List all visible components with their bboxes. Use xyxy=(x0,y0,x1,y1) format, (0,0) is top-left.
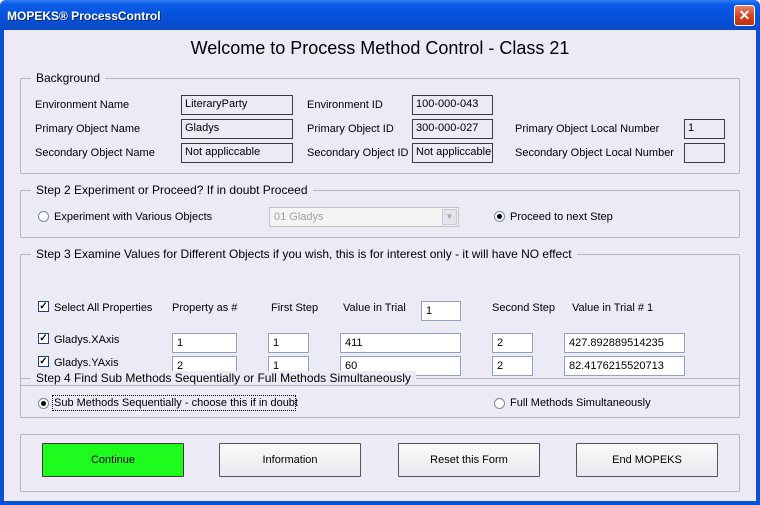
step4-group: Step 4 Find Sub Methods Sequentially or … xyxy=(20,371,740,418)
window-title: MOPEKS® ProcessControl xyxy=(7,9,161,23)
column-value-in-trial-1: Value in Trial # 1 xyxy=(572,302,654,314)
row-checkbox-xaxis[interactable]: ✓ xyxy=(38,333,49,344)
sub-methods-label: Sub Methods Sequentially - choose this i… xyxy=(54,397,298,409)
secondary-object-name-value: Not appliccable xyxy=(181,143,293,163)
page-title: Welcome to Process Method Control - Clas… xyxy=(190,38,570,58)
second-step-input-xaxis[interactable]: 2 xyxy=(492,333,533,353)
continue-button[interactable]: Continue xyxy=(42,443,184,477)
value-trial-input-xaxis[interactable]: 411 xyxy=(340,333,461,353)
full-methods-radio[interactable] xyxy=(494,398,505,409)
secondary-object-local-number-label: Secondary Object Local Number xyxy=(515,147,674,159)
row-name-xaxis: Gladys.XAxis xyxy=(54,334,120,346)
environment-name-value: LiteraryParty xyxy=(181,95,293,115)
column-first-step: First Step xyxy=(271,302,319,314)
step2-group: Step 2 Experiment or Proceed? If in doub… xyxy=(20,183,740,238)
environment-id-label: Environment ID xyxy=(307,99,383,111)
select-all-checkbox[interactable]: ✓ xyxy=(38,301,49,312)
primary-object-name-label: Primary Object Name xyxy=(35,123,141,135)
primary-object-local-number-value: 1 xyxy=(684,119,725,139)
column-property: Property as # xyxy=(172,302,238,314)
form-client-area: Welcome to Process Method Control - Clas… xyxy=(4,30,756,501)
step4-group-title: Step 4 Find Sub Methods Sequentially or … xyxy=(31,371,416,385)
primary-object-id-value: 300-000-027 xyxy=(412,119,493,139)
close-icon: ✕ xyxy=(738,7,751,23)
secondary-object-local-number-value xyxy=(684,143,725,163)
object-select[interactable]: 01 Gladys ▼ xyxy=(269,207,459,227)
full-methods-label: Full Methods Simultaneously xyxy=(510,397,651,409)
information-button[interactable]: Information xyxy=(219,443,361,477)
column-second-step: Second Step xyxy=(492,302,555,314)
environment-id-value: 100-000-043 xyxy=(412,95,493,115)
checkmark-icon: ✓ xyxy=(39,333,48,344)
primary-object-id-label: Primary Object ID xyxy=(307,123,394,135)
end-mopeks-button[interactable]: End MOPEKS xyxy=(576,443,718,477)
experiment-radio[interactable] xyxy=(38,211,49,222)
secondary-object-id-label: Secondary Object ID xyxy=(307,147,409,159)
step3-group-title: Step 3 Examine Values for Different Obje… xyxy=(31,247,577,261)
value-trial1-input-yaxis[interactable]: 82.4176215520713 xyxy=(564,356,685,376)
step2-group-title: Step 2 Experiment or Proceed? If in doub… xyxy=(31,183,313,197)
value-trial1-input-xaxis[interactable]: 427.892889514235 xyxy=(564,333,685,353)
application-window: MOPEKS® ProcessControl ✕ Welcome to Proc… xyxy=(0,0,760,505)
trial-number-input[interactable]: 1 xyxy=(421,301,461,321)
close-button[interactable]: ✕ xyxy=(734,5,755,26)
row-name-yaxis: Gladys.YAxis xyxy=(54,357,119,369)
buttons-group: Continue Information Reset this Form End… xyxy=(20,434,740,492)
primary-object-name-value: Gladys xyxy=(181,119,293,139)
background-group: Background Environment Name LiteraryPart… xyxy=(20,71,740,174)
second-step-input-yaxis[interactable]: 2 xyxy=(492,356,533,376)
sub-methods-radio[interactable] xyxy=(38,398,49,409)
proceed-label: Proceed to next Step xyxy=(510,211,613,223)
primary-object-local-number-label: Primary Object Local Number xyxy=(515,123,660,135)
step3-group: Step 3 Examine Values for Different Obje… xyxy=(20,247,740,386)
property-input-xaxis[interactable]: 1 xyxy=(172,333,237,353)
secondary-object-id-value: Not appliccable xyxy=(412,143,493,163)
environment-name-label: Environment Name xyxy=(35,99,130,111)
checkmark-icon: ✓ xyxy=(39,301,48,312)
row-checkbox-yaxis[interactable]: ✓ xyxy=(38,356,49,367)
reset-form-button[interactable]: Reset this Form xyxy=(398,443,540,477)
background-group-title: Background xyxy=(31,71,106,85)
object-select-value: 01 Gladys xyxy=(274,211,324,223)
column-value-in-trial: Value in Trial xyxy=(343,302,406,314)
proceed-radio[interactable] xyxy=(494,211,505,222)
chevron-down-icon[interactable]: ▼ xyxy=(442,209,457,225)
experiment-label: Experiment with Various Objects xyxy=(54,211,213,223)
title-bar[interactable]: MOPEKS® ProcessControl ✕ xyxy=(0,0,760,30)
secondary-object-name-label: Secondary Object Name xyxy=(35,147,155,159)
select-all-label: Select All Properties xyxy=(54,302,153,314)
first-step-input-xaxis[interactable]: 1 xyxy=(268,333,309,353)
checkmark-icon: ✓ xyxy=(39,356,48,367)
